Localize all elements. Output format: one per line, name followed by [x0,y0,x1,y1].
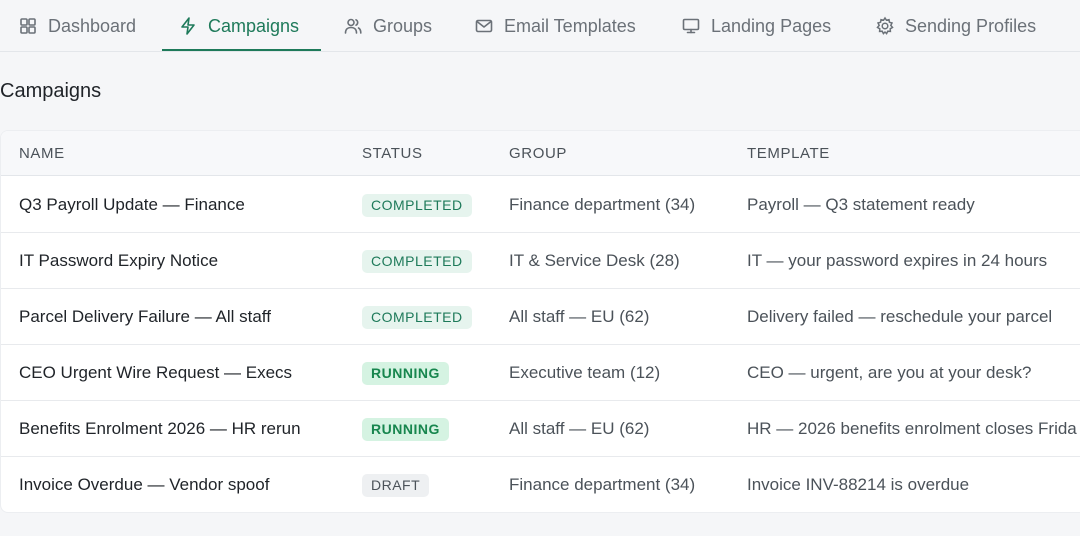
column-header-template[interactable]: TEMPLATE [747,131,830,176]
campaign-name[interactable]: CEO Urgent Wire Request — Execs [19,345,292,401]
status-badge: DRAFT [362,474,430,497]
tab-label: Sending Profiles [905,15,1037,36]
table-header: NAME STATUS GROUP TEMPLATE [1,131,1080,176]
campaign-template: Payroll — Q3 statement ready [747,195,975,214]
gear-icon [876,16,894,35]
tab-label: Landing Pages [711,15,832,36]
campaigns-table: NAME STATUS GROUP TEMPLATE Q3 Payroll Up… [0,130,1080,513]
campaign-template: HR — 2026 benefits enrolment closes Frid… [747,419,1077,438]
column-header-status[interactable]: STATUS [362,131,423,176]
tab-label: Dashboard [48,15,137,36]
campaign-group: Finance department (34) [509,475,696,494]
tab-campaigns[interactable]: Campaigns [178,0,299,52]
envelope-icon [475,19,493,33]
tab-landing-pages[interactable]: Landing Pages [681,0,831,52]
campaign-template: Delivery failed — reschedule your parcel [747,307,1053,326]
status-badge: RUNNING [362,418,449,441]
column-header-group[interactable]: GROUP [509,131,567,176]
page-title: Campaigns [0,80,102,102]
campaign-group: Finance department (34) [509,195,696,214]
campaign-template: CEO — urgent, are you at your desk? [747,363,1032,382]
campaign-group: IT & Service Desk (28) [509,251,680,270]
table-row[interactable]: CEO Urgent Wire Request — Execs RUNNING … [1,345,1080,401]
table-row[interactable]: Q3 Payroll Update — Finance COMPLETED Fi… [1,177,1080,233]
campaign-name[interactable]: Invoice Overdue — Vendor spoof [19,457,269,512]
campaign-template: IT — your password expires in 24 hours [747,251,1048,270]
tab-email-templates[interactable]: Email Templates [474,0,636,52]
table-row[interactable]: Invoice Overdue — Vendor spoof DRAFT Fin… [1,457,1080,512]
status-badge: RUNNING [362,362,449,385]
users-icon [344,18,362,34]
status-badge: COMPLETED [362,306,472,329]
column-header-name[interactable]: NAME [19,131,65,176]
tab-label: Campaigns [208,15,300,36]
tab-label: Email Templates [504,15,636,36]
tab-sending-profiles[interactable]: Sending Profiles [875,0,1036,52]
table-row[interactable]: Benefits Enrolment 2026 — HR rerun RUNNI… [1,401,1080,457]
grid-icon [20,18,36,34]
campaign-name[interactable]: Q3 Payroll Update — Finance [19,177,245,233]
tab-dashboard[interactable]: Dashboard [18,0,136,52]
bolt-icon [181,17,195,35]
table-row[interactable]: IT Password Expiry Notice COMPLETED IT &… [1,233,1080,289]
tab-groups[interactable]: Groups [343,0,432,52]
status-badge: COMPLETED [362,250,472,273]
table-row[interactable]: Parcel Delivery Failure — All staff COMP… [1,289,1080,345]
campaign-group: All staff — EU (62) [509,419,650,438]
campaign-name[interactable]: IT Password Expiry Notice [19,233,218,289]
campaign-group: Executive team (12) [509,363,661,382]
top-navigation: Dashboard Campaigns Groups Email Templat… [0,0,1080,52]
monitor-icon [682,18,700,34]
status-badge: COMPLETED [362,194,472,217]
campaign-template: Invoice INV-88214 is overdue [747,475,970,494]
campaign-group: All staff — EU (62) [509,307,650,326]
campaign-name[interactable]: Parcel Delivery Failure — All staff [19,289,271,345]
campaign-name[interactable]: Benefits Enrolment 2026 — HR rerun [19,401,301,457]
active-tab-indicator [162,49,321,51]
tab-label: Groups [373,15,433,36]
